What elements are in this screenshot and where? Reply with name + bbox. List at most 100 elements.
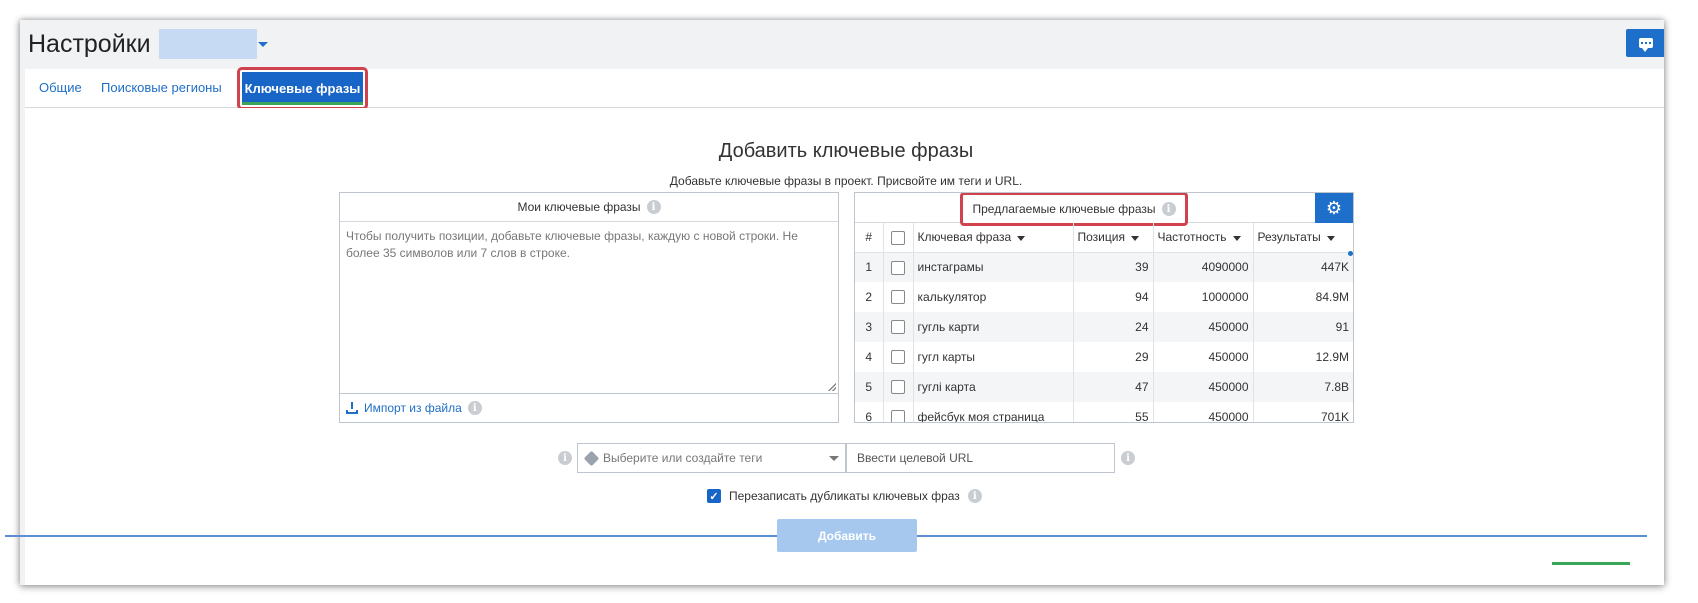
table-row[interactable]: 2 калькулятор 94 1000000 84.9M <box>855 282 1353 312</box>
info-icon[interactable]: i <box>967 489 982 503</box>
chat-icon <box>1639 38 1653 52</box>
row-frequency: 1000000 <box>1153 282 1254 312</box>
sort-icon <box>1326 235 1335 241</box>
overwrite-checkbox[interactable]: ✓ <box>707 489 721 503</box>
row-checkbox[interactable] <box>891 260 905 275</box>
row-frequency: 450000 <box>1153 342 1254 372</box>
col-number: # <box>855 223 884 253</box>
row-position: 39 <box>1073 252 1154 282</box>
chat-button[interactable] <box>1626 29 1664 57</box>
footer-green-accent <box>1552 562 1630 565</box>
section-subheading: Добавьте ключевые фразы в проект. Присво… <box>669 174 1023 188</box>
row-number: 3 <box>855 312 884 342</box>
suggested-title: Предлагаемые ключевые фразы <box>972 202 1156 216</box>
row-checkbox[interactable] <box>891 410 905 422</box>
sort-icon <box>1017 235 1026 241</box>
scrollbar-indicator[interactable] <box>1348 251 1353 256</box>
suggested-header: Предлагаемые ключевые фразы i ⚙ <box>855 193 1353 226</box>
overwrite-duplicates-option[interactable]: ✓ Перезаписать дубликаты ключевых фраз i <box>707 489 982 503</box>
gear-icon: ⚙ <box>1325 197 1343 218</box>
tab-keywords[interactable]: Ключевые фразы <box>242 72 363 105</box>
my-keywords-panel: Мои ключевые фразы i Чтобы получить пози… <box>339 192 839 423</box>
add-button[interactable]: Добавить <box>777 519 917 552</box>
sort-icon <box>1232 235 1241 241</box>
check-icon: ✓ <box>709 490 719 503</box>
row-results: 91 <box>1253 312 1353 342</box>
row-frequency: 450000 <box>1153 402 1254 422</box>
row-phrase: инстаграмы <box>913 252 1074 282</box>
col-results-header[interactable]: Результаты <box>1253 223 1353 253</box>
row-checkbox[interactable] <box>891 350 905 365</box>
row-number: 4 <box>855 342 884 372</box>
import-from-file-link[interactable]: Импорт из файла i <box>346 401 482 415</box>
col-phrase: Ключевая фраза <box>917 230 1012 245</box>
suggested-title-highlight: Предлагаемые ключевые фразы i <box>960 193 1188 226</box>
keywords-textarea[interactable]: Чтобы получить позиции, добавьте ключевы… <box>340 222 838 394</box>
col-results: Результаты <box>1257 230 1321 245</box>
row-number: 5 <box>855 372 884 402</box>
col-select-all <box>883 223 914 253</box>
tags-select[interactable]: Выберите или создайте теги <box>577 443 846 473</box>
row-position: 47 <box>1073 372 1154 402</box>
row-phrase: гугль карти <box>913 312 1074 342</box>
col-frequency-header[interactable]: Частотность <box>1153 223 1254 253</box>
my-keywords-header: Мои ключевые фразы i <box>340 193 838 222</box>
keywords-placeholder: Чтобы получить позиции, добавьте ключевы… <box>346 229 798 260</box>
col-phrase-header[interactable]: Ключевая фраза <box>913 223 1074 253</box>
download-icon <box>346 402 358 414</box>
row-phrase: гугл карты <box>913 342 1074 372</box>
row-checkbox[interactable] <box>891 290 905 305</box>
page-title: Настройки <box>28 30 151 58</box>
row-phrase: фейсбук моя страница <box>913 402 1074 422</box>
my-keywords-title: Мои ключевые фразы <box>517 200 641 214</box>
info-icon[interactable]: i <box>467 401 482 415</box>
row-phrase: гуглі карта <box>913 372 1074 402</box>
row-number: 2 <box>855 282 884 312</box>
tags-placeholder: Выберите или создайте теги <box>603 451 763 465</box>
col-position-header[interactable]: Позиция <box>1073 223 1154 253</box>
settings-gear-button[interactable]: ⚙ <box>1315 193 1353 223</box>
info-icon[interactable]: i <box>1161 202 1176 216</box>
row-position: 24 <box>1073 312 1154 342</box>
import-label: Импорт из файла <box>364 401 462 415</box>
tab-search-regions[interactable]: Поисковые регионы <box>101 80 222 95</box>
chevron-down-icon <box>829 456 839 461</box>
row-position: 29 <box>1073 342 1154 372</box>
row-results: 12.9M <box>1315 350 1349 364</box>
row-checkbox[interactable] <box>891 320 905 335</box>
suggested-keywords-table: # Ключевая фраза Позиция Частотность Рез… <box>855 223 1353 422</box>
select-all-checkbox[interactable] <box>891 230 905 245</box>
row-checkbox[interactable] <box>891 380 905 395</box>
row-results: 7.8B <box>1253 372 1353 402</box>
suggested-keywords-panel: Предлагаемые ключевые фразы i ⚙ # Ключев… <box>854 192 1354 423</box>
sort-icon <box>1130 235 1139 241</box>
row-frequency: 4090000 <box>1153 252 1254 282</box>
row-position: 94 <box>1073 282 1154 312</box>
project-selector[interactable] <box>159 29 257 59</box>
row-number: 6 <box>855 402 884 422</box>
tag-icon <box>583 450 600 466</box>
info-icon[interactable]: i <box>558 451 572 465</box>
row-phrase: калькулятор <box>913 282 1074 312</box>
chevron-down-icon[interactable] <box>258 42 268 47</box>
tab-keywords-highlight: Ключевые фразы <box>237 67 368 110</box>
section-heading: Добавить ключевые фразы <box>718 140 974 162</box>
col-frequency: Частотность <box>1157 230 1227 245</box>
table-row[interactable]: 6 фейсбук моя страница 55 450000 701K <box>855 402 1353 422</box>
table-row[interactable]: 4 гугл карты 29 450000 12.9M <box>855 342 1353 372</box>
row-frequency: 450000 <box>1153 312 1254 342</box>
info-icon[interactable]: i <box>1121 451 1135 465</box>
col-position: Позиция <box>1077 230 1125 245</box>
info-icon[interactable]: i <box>646 200 661 214</box>
table-row[interactable]: 3 гугль карти 24 450000 91 <box>855 312 1353 342</box>
resize-handle-icon[interactable] <box>828 383 836 391</box>
row-number: 1 <box>855 252 884 282</box>
row-results: 84.9M <box>1315 290 1349 304</box>
row-frequency: 450000 <box>1153 372 1254 402</box>
table-row[interactable]: 5 гуглі карта 47 450000 7.8B <box>855 372 1353 402</box>
tab-general[interactable]: Общие <box>39 80 82 95</box>
url-placeholder: Ввести целевой URL <box>857 451 974 465</box>
table-row[interactable]: 1 инстаграмы 39 4090000 447K <box>855 252 1353 282</box>
overwrite-label: Перезаписать дубликаты ключевых фраз <box>729 489 960 503</box>
target-url-input[interactable]: Ввести целевой URL <box>846 443 1115 473</box>
